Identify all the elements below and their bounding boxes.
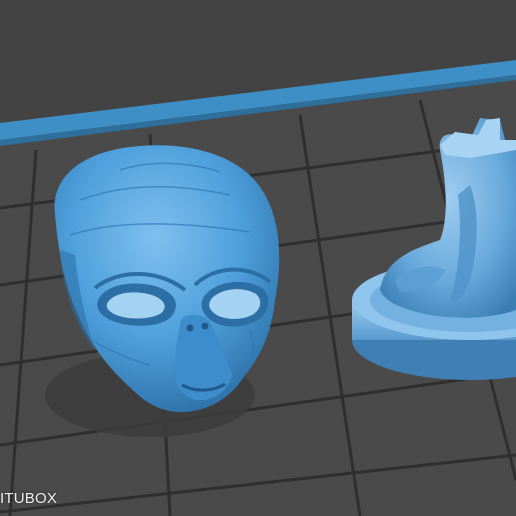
watermark-text: ITUBOX [0, 490, 58, 507]
build-plate-scene[interactable] [0, 0, 516, 516]
3d-viewport[interactable]: ITUBOX [0, 0, 516, 516]
